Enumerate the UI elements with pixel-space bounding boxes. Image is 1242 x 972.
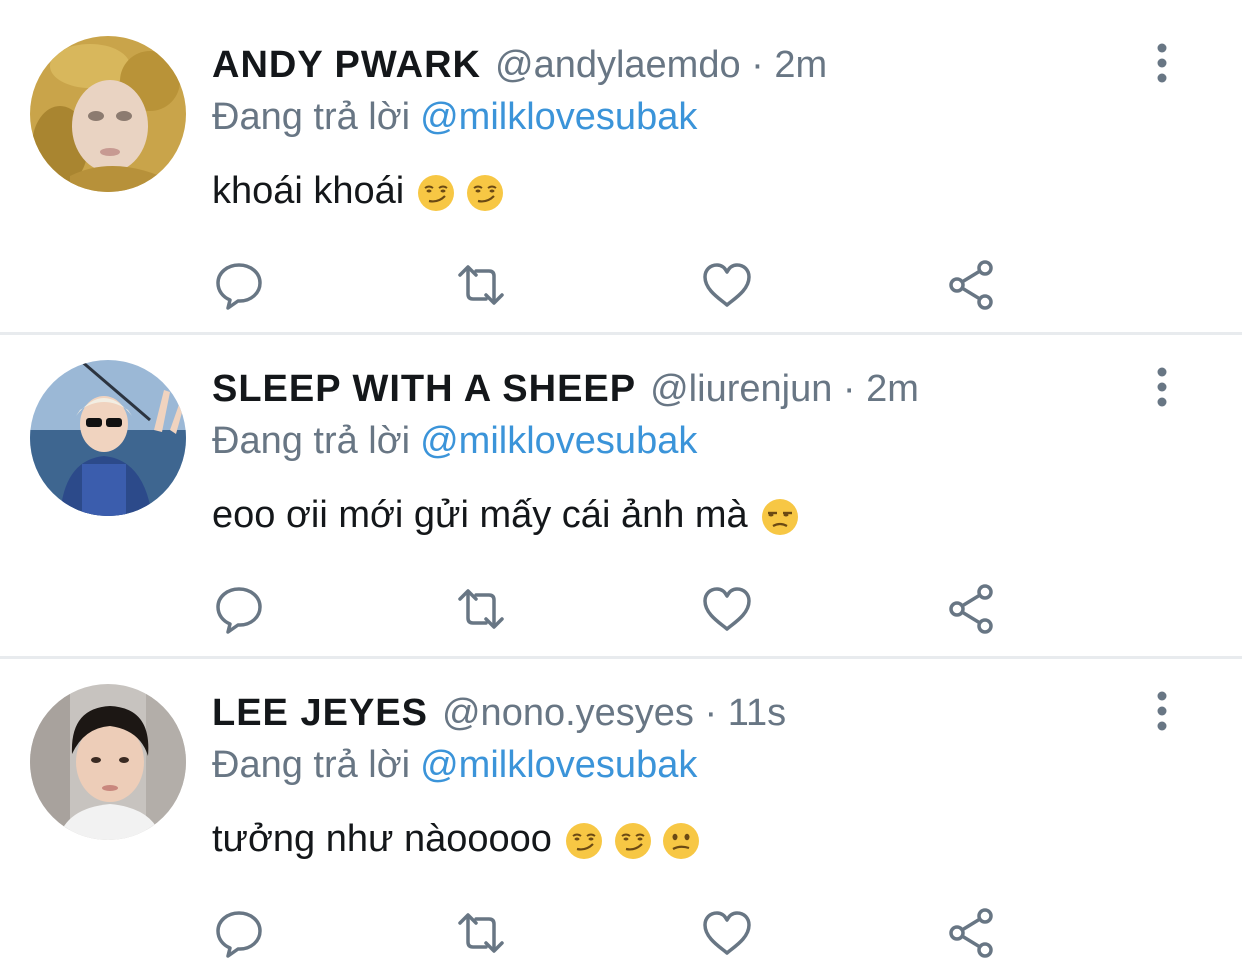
tweet-text-content: eoo ơii mới gửi mấy cái ảnh mà — [212, 494, 748, 536]
replying-prefix: Đang trả lời — [212, 420, 411, 462]
display-name[interactable]: SLEEP WITH A SHEEP — [212, 368, 636, 410]
tweet-actions — [212, 582, 1012, 636]
separator-dot: · — [704, 692, 718, 734]
replying-to-line: Đang trả lời @milklovesubak — [212, 416, 697, 466]
retweet-icon[interactable] — [454, 582, 508, 636]
more-options-icon[interactable] — [1142, 364, 1182, 410]
tweet-header: SLEEP WITH A SHEEP @liurenjun · 2m — [212, 364, 919, 414]
display-name[interactable]: ANDY PWARK — [212, 44, 481, 86]
tweet-text-content: khoái khoái — [212, 170, 405, 212]
tweet-item[interactable]: ANDY PWARK @andylaemdo · 2m Đang trả lời @… — [0, 0, 1242, 324]
handle[interactable]: @andylaemdo — [495, 44, 741, 86]
smirking-face-icon — [466, 174, 503, 211]
more-options-icon[interactable] — [1142, 688, 1182, 734]
handle[interactable]: @nono.yesyes — [442, 692, 694, 734]
avatar[interactable] — [30, 684, 186, 840]
timestamp[interactable]: 2m — [866, 368, 919, 410]
smirking-face-icon — [565, 822, 602, 859]
reply-icon[interactable] — [212, 906, 266, 960]
smirking-face-icon — [418, 174, 455, 211]
tweet-item[interactable]: SLEEP WITH A SHEEP @liurenjun · 2m Đang t… — [0, 324, 1242, 648]
tweet-header: ANDY PWARK @andylaemdo · 2m — [212, 40, 827, 90]
separator-dot: · — [842, 368, 856, 410]
mention-link[interactable]: @milklovesubak — [420, 96, 697, 138]
handle[interactable]: @liurenjun — [650, 368, 832, 410]
timestamp[interactable]: 11s — [728, 692, 786, 734]
share-icon[interactable] — [944, 906, 998, 960]
tweet-text-content: tưởng như nàooooo — [212, 818, 552, 860]
smirking-face-icon — [614, 822, 651, 859]
avatar[interactable] — [30, 360, 186, 516]
tweet-item[interactable]: LEE JEYES @nono.yesyes · 11s Đang trả lời… — [0, 648, 1242, 972]
more-options-icon[interactable] — [1142, 40, 1182, 86]
tweet-header: LEE JEYES @nono.yesyes · 11s — [212, 688, 786, 738]
retweet-icon[interactable] — [454, 258, 508, 312]
reply-icon[interactable] — [212, 258, 266, 312]
like-icon[interactable] — [700, 582, 754, 636]
tweet-text: tưởng như nàooooo — [212, 814, 700, 864]
mention-link[interactable]: @milklovesubak — [420, 420, 697, 462]
like-icon[interactable] — [700, 258, 754, 312]
replying-prefix: Đang trả lời — [212, 744, 411, 786]
tweet-actions — [212, 906, 1012, 960]
share-icon[interactable] — [944, 582, 998, 636]
confused-face-icon — [663, 822, 700, 859]
display-name[interactable]: LEE JEYES — [212, 692, 428, 734]
reply-icon[interactable] — [212, 582, 266, 636]
replying-prefix: Đang trả lời — [212, 96, 411, 138]
timestamp[interactable]: 2m — [774, 44, 827, 86]
replying-to-line: Đang trả lời @milklovesubak — [212, 92, 697, 142]
mention-link[interactable]: @milklovesubak — [420, 744, 697, 786]
like-icon[interactable] — [700, 906, 754, 960]
avatar[interactable] — [30, 36, 186, 192]
separator-dot: · — [751, 44, 764, 86]
tweet-text: eoo ơii mới gửi mấy cái ảnh mà — [212, 490, 798, 540]
share-icon[interactable] — [944, 258, 998, 312]
unamused-face-icon — [761, 498, 798, 535]
tweet-actions — [212, 258, 1012, 312]
retweet-icon[interactable] — [454, 906, 508, 960]
tweet-text: khoái khoái — [212, 166, 503, 216]
replying-to-line: Đang trả lời @milklovesubak — [212, 740, 697, 790]
